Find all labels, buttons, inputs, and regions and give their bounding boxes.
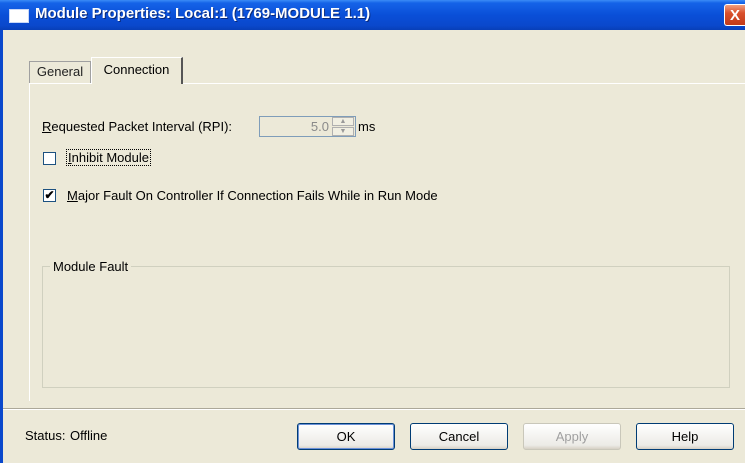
rpi-spinner[interactable]: ▲ ▼ (332, 117, 354, 136)
major-fault-label[interactable]: Major Fault On Controller If Connection … (67, 188, 438, 203)
window-title: Module Properties: Local:1 (1769-MODULE … (35, 5, 371, 22)
title-bar[interactable]: Module Properties: Local:1 (1769-MODULE … (0, 0, 745, 30)
inhibit-text: nhibit Module (71, 150, 149, 165)
inhibit-module-label[interactable]: Inhibit Module (66, 149, 151, 166)
rpi-label-mnemonic: R (42, 119, 52, 134)
spin-down-icon[interactable]: ▼ (332, 127, 354, 136)
major-fault-checkbox[interactable]: ✔ (43, 189, 56, 202)
tab-general[interactable]: General (29, 61, 91, 83)
spin-up-icon[interactable]: ▲ (332, 117, 354, 126)
close-button[interactable]: X (724, 4, 745, 26)
apply-button[interactable]: Apply (523, 423, 621, 450)
status-label: Status: (25, 428, 66, 443)
tab-connection[interactable]: Connection (91, 57, 183, 84)
rpi-label-text: equested Packet Interval (RPI): (51, 119, 233, 134)
rpi-unit: ms (358, 119, 376, 134)
module-fault-group (42, 266, 730, 388)
window-icon (9, 9, 29, 23)
help-button[interactable]: Help (636, 423, 734, 450)
major-fault-mnemonic: M (67, 188, 78, 203)
rpi-label: Requested Packet Interval (RPI): (42, 119, 232, 134)
rpi-value: 5.0 (310, 119, 329, 134)
ok-button[interactable]: OK (297, 423, 395, 450)
footer-divider-highlight (3, 409, 745, 410)
status-value: Offline (70, 428, 108, 443)
module-fault-title: Module Fault (50, 259, 132, 274)
window-frame (0, 30, 3, 463)
inhibit-module-checkbox[interactable] (43, 152, 56, 165)
cancel-button[interactable]: Cancel (410, 423, 508, 450)
major-fault-text: ajor Fault On Controller If Connection F… (77, 188, 438, 203)
